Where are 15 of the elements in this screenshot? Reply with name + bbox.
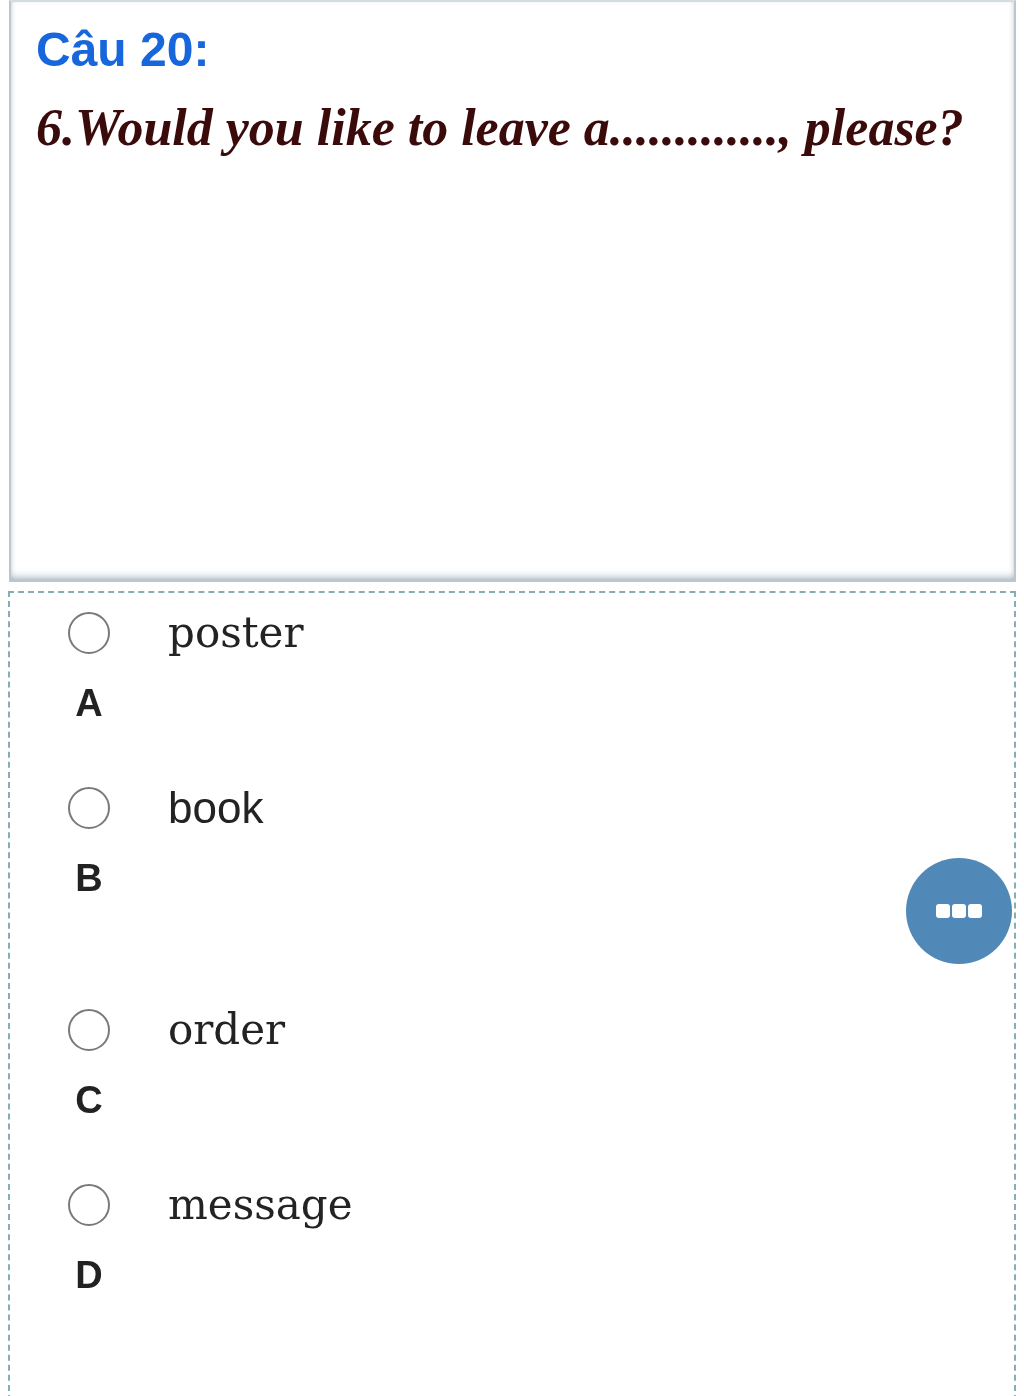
- radio-button[interactable]: [68, 1184, 110, 1226]
- option-text: message: [168, 1179, 353, 1231]
- option-text: poster: [168, 607, 304, 659]
- option-letter: D: [75, 1255, 103, 1295]
- radio-button[interactable]: [68, 612, 110, 654]
- option-text: order: [168, 1004, 286, 1056]
- radio-button[interactable]: [68, 1009, 110, 1051]
- option-letter: B: [75, 858, 103, 898]
- ellipsis-icon: [936, 904, 982, 918]
- question-number: Câu 20:: [36, 22, 210, 78]
- option-text: book: [168, 782, 264, 834]
- radio-button[interactable]: [68, 787, 110, 829]
- option-letter: A: [75, 683, 103, 723]
- question-text: 6.Would you like to leave a............., please?: [36, 98, 964, 158]
- option-letter: C: [75, 1080, 103, 1120]
